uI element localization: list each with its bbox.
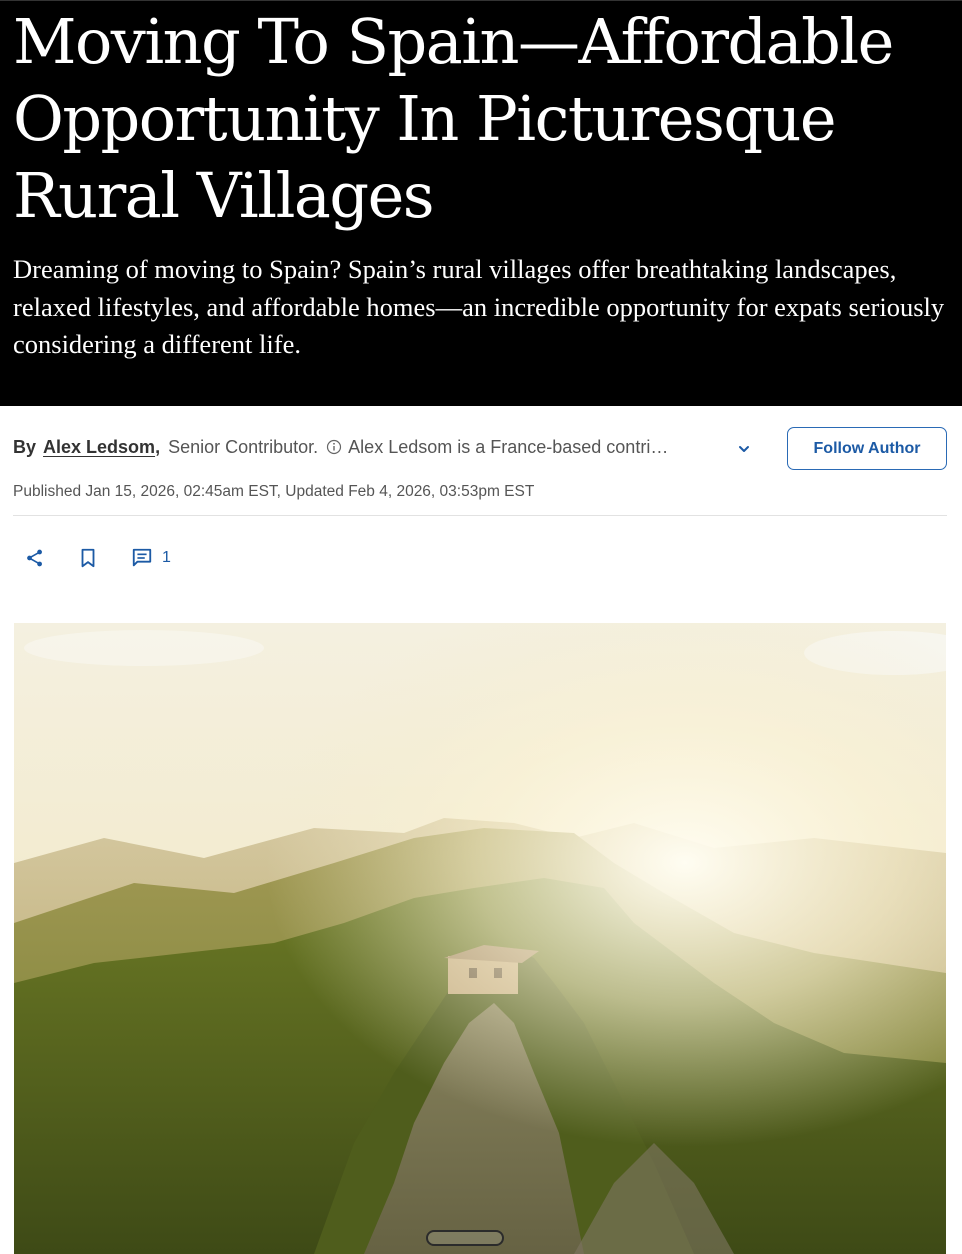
author-bio: Alex Ledsom is a France-based contri… [348,436,669,457]
byline-separator: , [155,436,161,457]
share-button[interactable] [24,546,46,570]
comment-icon [132,548,152,567]
comments-button[interactable]: 1 [131,546,171,570]
share-icon [27,549,42,567]
article-header: Moving To Spain—Affordable Opportunity I… [0,0,962,406]
bookmark-button[interactable] [77,546,99,570]
article-dek: Dreaming of moving to Spain? Spain’s rur… [13,254,945,359]
info-circle-icon [326,439,342,455]
comment-count: 1 [162,549,171,566]
publish-dateline: Published Jan 15, 2026, 02:45am EST, Upd… [13,483,535,500]
author-link[interactable]: Alex Ledsom [43,437,155,458]
bookmark-icon [81,548,95,568]
author-role: Senior Contributor. [168,436,319,457]
carousel-indicator[interactable] [426,1230,504,1246]
hero-image [14,623,946,1254]
headline: Moving To Spain—Affordable Opportunity I… [13,5,894,232]
byline: By Alex Ledsom , Senior Contributor. Ale… [13,432,773,462]
follow-author-button[interactable]: Follow Author [787,427,947,470]
divider [13,515,947,516]
expand-bio-button[interactable] [733,438,755,460]
byline-prefix: By [13,436,37,457]
chevron-down-icon [739,446,749,452]
